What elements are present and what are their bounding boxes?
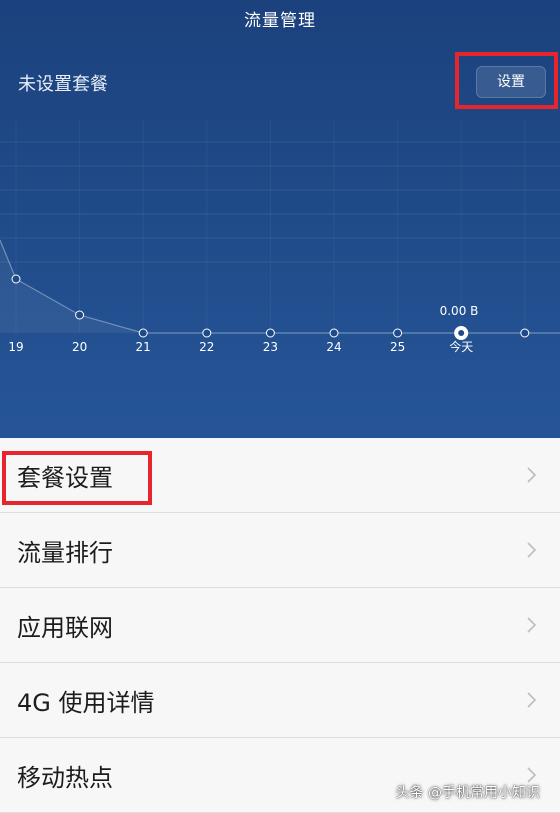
chart-x-tick-label: 19: [8, 340, 23, 354]
chart-point: [520, 328, 530, 338]
menu-item-label: 4G 使用详情: [17, 689, 155, 717]
chart-x-tick-label: 23: [263, 340, 278, 354]
chart-point: [75, 310, 85, 320]
highlight-plan-settings: [2, 451, 152, 505]
usage-area: [0, 240, 560, 333]
chart-x-labels: 19 20 21 22 23 24 25 今天: [8, 339, 473, 354]
usage-chart: 19 20 21 22 23 24 25 今天 0.00 B: [0, 120, 560, 354]
chart-x-tick-label: 21: [136, 340, 151, 354]
menu-item-label: 移动热点: [17, 764, 113, 792]
chart-point: [265, 328, 275, 338]
chart-x-tick-label: 20: [72, 340, 87, 354]
chevron-right-icon: [527, 467, 537, 483]
today-value-label: 0.00 B: [440, 304, 479, 318]
menu-item-label: 流量排行: [17, 539, 113, 567]
chart-point-today-inner: [458, 330, 465, 336]
menu-item-4g-details[interactable]: 4G 使用详情: [0, 663, 560, 738]
menu-item-app-networking[interactable]: 应用联网: [0, 588, 560, 663]
chart-point: [138, 328, 148, 338]
chart-vertical-lines: [15, 120, 526, 333]
menu-item-usage-ranking[interactable]: 流量排行: [0, 513, 560, 588]
chart-x-tick-label: 24: [326, 340, 341, 354]
chevron-right-icon: [527, 542, 537, 558]
chart-x-tick-label: 25: [390, 340, 405, 354]
chart-point: [202, 328, 212, 338]
chart-gridlines: [0, 141, 560, 263]
chart-point: [11, 274, 21, 284]
usage-header: 流量管理 未设置套餐 设置 19 20 21 22 23 24 25 今天 0.00 B: [0, 0, 560, 438]
chart-x-tick-label: 今天: [449, 339, 473, 354]
watermark: 头条 @手机常用小知识: [395, 785, 540, 801]
chart-point: [329, 328, 339, 338]
chart-x-tick-label: 22: [199, 340, 214, 354]
chart-point: [393, 328, 403, 338]
chevron-right-icon: [527, 692, 537, 708]
menu-item-label: 应用联网: [17, 614, 113, 642]
chevron-right-icon: [527, 617, 537, 633]
